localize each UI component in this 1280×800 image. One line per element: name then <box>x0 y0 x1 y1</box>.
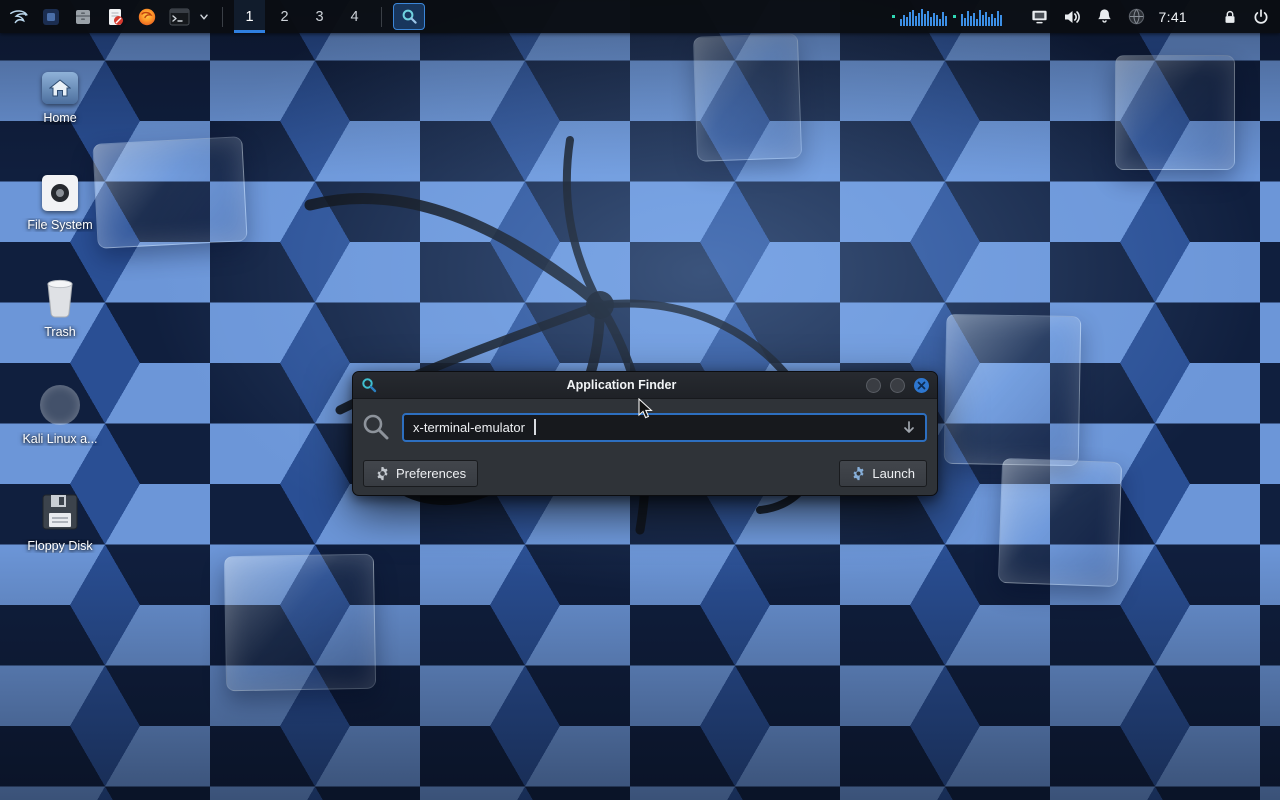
lock-icon <box>1221 8 1239 26</box>
panel-separator <box>222 7 223 27</box>
search-input[interactable]: x-terminal-emulator <box>402 413 927 442</box>
kali-linux-icon <box>40 385 80 425</box>
application-finder-icon <box>361 377 377 393</box>
clock[interactable]: 7:41 <box>1159 9 1187 25</box>
desktop-icon-kali-linux[interactable]: Kali Linux a... <box>6 379 114 446</box>
terminal-dropdown-button[interactable] <box>197 3 211 31</box>
volume-icon <box>1062 7 1082 27</box>
power-icon <box>1252 8 1270 26</box>
minimize-button[interactable] <box>866 378 881 393</box>
gear-icon <box>375 466 390 481</box>
search-input-value: x-terminal-emulator <box>413 420 525 435</box>
tray-display-item[interactable] <box>1030 3 1049 31</box>
floppy-disk-icon <box>40 492 80 532</box>
preferences-button-label: Preferences <box>396 466 466 481</box>
desktop-icon-home[interactable]: Home <box>6 58 114 125</box>
kali-menu-button[interactable] <box>5 3 33 31</box>
window-manager-icon <box>41 7 61 27</box>
titlebar[interactable]: Application Finder <box>353 372 937 399</box>
panel-separator <box>381 7 382 27</box>
kali-logo-icon <box>8 6 30 28</box>
close-button[interactable] <box>914 378 929 393</box>
desktop-icon-label: Kali Linux a... <box>6 432 114 446</box>
home-icon <box>42 72 78 104</box>
desktop-icon-file-system[interactable]: File System <box>6 165 114 232</box>
desktop-icon-trash[interactable]: Trash <box>6 272 114 339</box>
globe-icon <box>1127 7 1146 26</box>
application-finder-taskbar-icon <box>401 8 418 25</box>
display-icon <box>1030 7 1049 26</box>
preferences-button[interactable]: Preferences <box>363 460 478 487</box>
chevron-down-icon <box>199 12 209 22</box>
mouse-cursor <box>636 398 656 420</box>
search-icon <box>361 412 391 442</box>
file-system-icon <box>42 175 78 211</box>
window-manager-launcher[interactable] <box>37 3 65 31</box>
bell-icon <box>1095 7 1114 26</box>
trash-icon <box>40 274 80 318</box>
application-finder-window: Application Finder x-terminal-emulator <box>352 371 938 496</box>
workspace-3[interactable]: 3 <box>304 0 335 33</box>
desktop-icon-label: Floppy Disk <box>6 539 114 553</box>
tray-notifications-item[interactable] <box>1095 3 1114 31</box>
text-editor-launcher[interactable] <box>101 3 129 31</box>
maximize-button[interactable] <box>890 378 905 393</box>
firefox-launcher[interactable] <box>133 3 161 31</box>
desktop-icon-floppy-disk[interactable]: Floppy Disk <box>6 486 114 553</box>
workspace-2[interactable]: 2 <box>269 0 300 33</box>
terminal-icon <box>169 8 190 26</box>
logout-button[interactable] <box>1252 3 1270 31</box>
lock-screen-button[interactable] <box>1221 3 1239 31</box>
desktop-icon-label: Trash <box>6 325 114 339</box>
cpu-graph-icon <box>889 6 1017 28</box>
firefox-icon <box>137 7 157 27</box>
desktop-icon-label: File System <box>6 218 114 232</box>
tray-status-item[interactable] <box>1127 3 1146 31</box>
terminal-launcher[interactable] <box>165 3 193 31</box>
launch-button-label: Launch <box>872 466 915 481</box>
dropdown-arrow-icon[interactable] <box>902 420 916 435</box>
cpu-graph-widget[interactable] <box>889 3 1017 31</box>
workspace-4[interactable]: 4 <box>339 0 370 33</box>
workspace-1[interactable]: 1 <box>234 0 265 33</box>
close-icon <box>917 381 926 390</box>
file-manager-icon <box>73 7 93 27</box>
launch-button[interactable]: Launch <box>839 460 927 487</box>
launch-icon <box>851 466 866 481</box>
text-cursor <box>534 419 536 435</box>
file-manager-launcher[interactable] <box>69 3 97 31</box>
taskbar-application-finder[interactable] <box>393 3 425 30</box>
text-editor-icon <box>105 7 125 27</box>
tray-volume-item[interactable] <box>1062 3 1082 31</box>
top-panel: 1 2 3 4 <box>0 0 1280 33</box>
desktop-icon-label: Home <box>6 111 114 125</box>
window-title: Application Finder <box>377 378 866 392</box>
